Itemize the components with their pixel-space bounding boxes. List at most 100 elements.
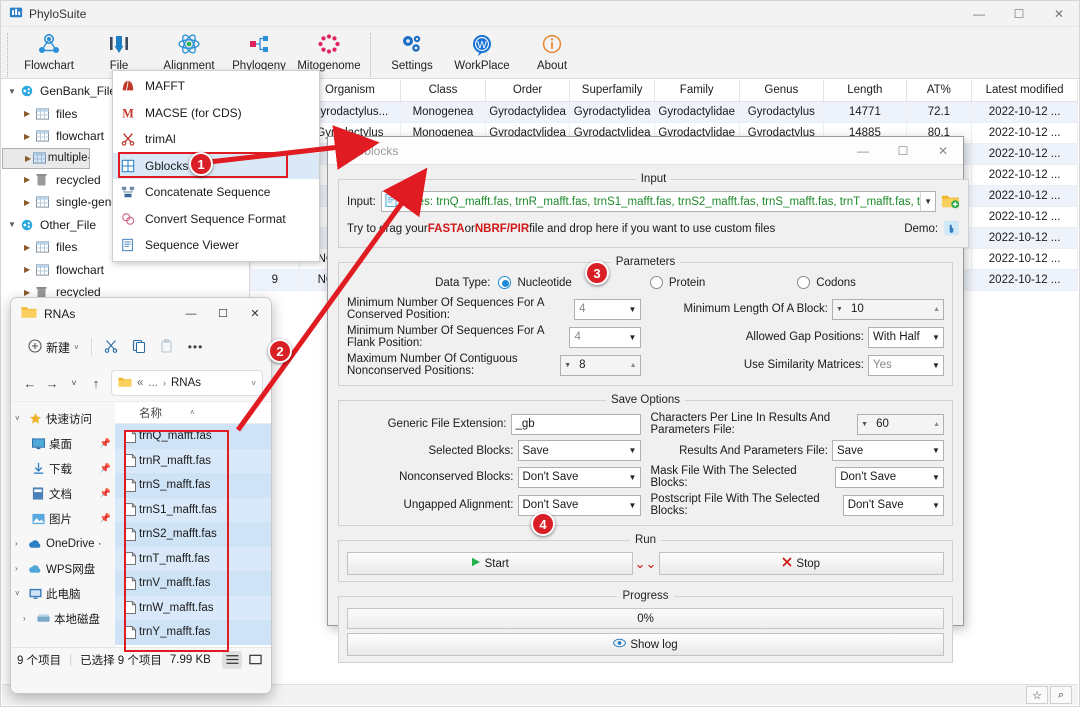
favorite-star-icon[interactable]: ☆ (1026, 686, 1048, 704)
gblocks-maximize-button[interactable]: ☐ (883, 137, 923, 165)
list-item[interactable]: trnR_mafft.fas (115, 448, 271, 473)
sidebar-item-documents[interactable]: 文档 📌 (11, 481, 115, 506)
pin-icon[interactable]: 📌 (100, 438, 115, 449)
results-and-parameters-combobox[interactable]: Save ▼ (832, 440, 944, 461)
chevron-right-icon[interactable]: ▶ (24, 198, 36, 207)
pin-icon[interactable]: 📌 (100, 513, 115, 524)
explorer-close-button[interactable]: ✕ (239, 298, 271, 329)
tree-item-multiple-gene[interactable]: ▶ multiple-gen (2, 147, 90, 169)
back-button[interactable]: ← (19, 371, 41, 395)
min-block-length-spinner[interactable]: ▼ 10 ▲ (832, 298, 944, 320)
list-item[interactable]: trnW_mafft.fas (115, 595, 271, 620)
postscript-file-combobox[interactable]: Don't Save ▼ (842, 494, 944, 516)
chevron-right-icon[interactable]: ▶ (25, 154, 33, 163)
col-class[interactable]: Class (400, 80, 486, 102)
menu-item-convert-sequence-format[interactable]: Convert Sequence Format (113, 206, 319, 233)
chevron-down-icon[interactable]: ▼ (920, 192, 936, 211)
sidebar-item-pictures[interactable]: 图片 📌 (11, 506, 115, 531)
list-view-icon[interactable] (222, 650, 242, 669)
breadcrumb-current[interactable]: RNAs (171, 377, 201, 389)
sidebar-item-wps-cloud[interactable]: › WPS网盘 (11, 556, 115, 581)
pin-icon[interactable]: 📌 (100, 463, 115, 474)
double-chevron-down-icon[interactable]: ⌄⌄ (635, 556, 657, 572)
chevron-down-icon[interactable]: ▼ (8, 220, 20, 229)
col-superfamily[interactable]: Superfamily (569, 80, 655, 102)
menu-item-concatenate-sequence[interactable]: Concatenate Sequence (113, 179, 319, 206)
ribbon-about-button[interactable]: About (517, 29, 587, 72)
sidebar-item-onedrive[interactable]: › OneDrive · (11, 531, 115, 556)
col-length[interactable]: Length (823, 80, 907, 102)
chevron-right-icon[interactable]: ▶ (24, 288, 36, 297)
spinner-down-icon[interactable]: ▼ (564, 362, 571, 369)
explorer-minimize-button[interactable]: — (175, 298, 207, 329)
min-seq-flank-combobox[interactable]: 4 ▼ (569, 326, 641, 348)
table-row[interactable]: 9.1 Gyrodactylus... Monogenea Gyrodactyl… (250, 100, 1078, 123)
chevron-right-icon[interactable]: ▶ (24, 243, 36, 252)
chars-per-line-spinner[interactable]: ▼ 60 ▲ (857, 413, 944, 435)
chevron-right-icon[interactable]: ▶ (24, 132, 36, 141)
menu-item-gblocks[interactable]: Gblocks (113, 152, 319, 179)
ribbon-alignment-button[interactable]: Alignment (154, 29, 224, 72)
col-genus[interactable]: Genus (738, 80, 825, 102)
spinner-down-icon[interactable]: ▼ (861, 421, 868, 428)
radio-nucleotide[interactable] (498, 276, 512, 289)
new-button[interactable]: 新建 ˅ (21, 334, 86, 360)
cut-button[interactable] (97, 334, 125, 360)
generic-file-extension-input[interactable]: _gb (510, 413, 641, 435)
chevron-down-icon[interactable]: ˅ (15, 414, 26, 423)
up-button[interactable]: ↑ (85, 371, 107, 395)
use-similarity-matrices-combobox[interactable]: Yes ▼ (868, 354, 944, 376)
gblocks-close-button[interactable]: ✕ (923, 137, 963, 165)
more-options-button[interactable]: ••• (181, 334, 211, 360)
chevron-right-icon[interactable]: › (15, 539, 26, 548)
copy-button[interactable] (125, 334, 153, 360)
chevron-down-icon[interactable]: ˅ (251, 379, 256, 388)
chevron-right-icon[interactable]: ▶ (24, 265, 36, 274)
mask-file-combobox[interactable]: Don't Save ▼ (835, 466, 944, 488)
ribbon-workplace-button[interactable]: W WorkPlace (447, 29, 517, 72)
spinner-up-icon[interactable]: ▲ (933, 306, 940, 313)
app-minimize-button[interactable]: — (959, 1, 999, 27)
ribbon-phylogeny-button[interactable]: Phylogeny (224, 29, 294, 72)
menu-item-macse[interactable]: M MACSE (for CDS) (113, 100, 319, 127)
spinner-up-icon[interactable]: ▲ (933, 421, 940, 428)
nonconserved-blocks-combobox[interactable]: Don't Save ▼ (517, 466, 641, 488)
column-name[interactable]: 名称 (115, 405, 162, 421)
menu-item-trimal[interactable]: trimAl (113, 126, 319, 153)
sidebar-item-quick-access[interactable]: ˅ 快速访问 (11, 406, 115, 431)
input-files-combobox[interactable]: 9 files: trnQ_mafft.fas, trnR_mafft.fas,… (380, 191, 937, 212)
list-item[interactable]: trnS_mafft.fas (115, 473, 271, 498)
search-icon[interactable]: ⌕ (1050, 686, 1072, 704)
chevron-right-icon[interactable]: ▶ (24, 175, 36, 184)
list-item[interactable]: trnV_mafft.fas (115, 571, 271, 596)
col-order[interactable]: Order (484, 80, 571, 102)
pin-icon[interactable]: 📌 (100, 488, 115, 499)
paste-button[interactable] (153, 334, 181, 360)
selected-blocks-combobox[interactable]: Save ▼ (517, 440, 641, 461)
chevron-right-icon[interactable]: › (15, 564, 26, 573)
spinner-up-icon[interactable]: ▲ (630, 362, 637, 369)
allowed-gap-positions-combobox[interactable]: With Half ▼ (868, 326, 944, 348)
chevron-down-icon[interactable]: ▼ (8, 87, 20, 96)
hand-pointer-icon[interactable] (943, 218, 960, 239)
breadcrumb-overflow[interactable]: « (137, 377, 143, 389)
list-item[interactable]: trnS2_mafft.fas (115, 522, 271, 547)
sidebar-item-downloads[interactable]: 下载 📌 (11, 456, 115, 481)
app-close-button[interactable]: ✕ (1039, 1, 1079, 27)
ungapped-alignment-combobox[interactable]: Don't Save ▼ (517, 494, 641, 516)
breadcrumb-ellipsis[interactable]: ... (148, 377, 158, 389)
menu-item-mafft[interactable]: MAFFT (113, 73, 319, 100)
app-maximize-button[interactable]: ☐ (999, 1, 1039, 27)
col-latest-modified[interactable]: Latest modified (971, 80, 1078, 102)
col-at[interactable]: AT% (905, 80, 973, 102)
ribbon-flowchart-button[interactable]: Flowchart (14, 29, 84, 72)
spinner-down-icon[interactable]: ▼ (836, 306, 843, 313)
max-contiguous-nonconserved-spinner[interactable]: ▼ 8 ▲ (560, 354, 641, 376)
chevron-down-icon[interactable]: ˅ (15, 589, 26, 598)
sidebar-item-desktop[interactable]: 桌面 📌 (11, 431, 115, 456)
list-item[interactable]: trnT_mafft.fas (115, 546, 271, 571)
ribbon-mitogenome-button[interactable]: Mitogenome (294, 29, 364, 72)
col-family[interactable]: Family (653, 80, 740, 102)
list-item[interactable]: trnY_mafft.fas (115, 620, 271, 645)
menu-item-sequence-viewer[interactable]: Sequence Viewer (113, 232, 319, 259)
